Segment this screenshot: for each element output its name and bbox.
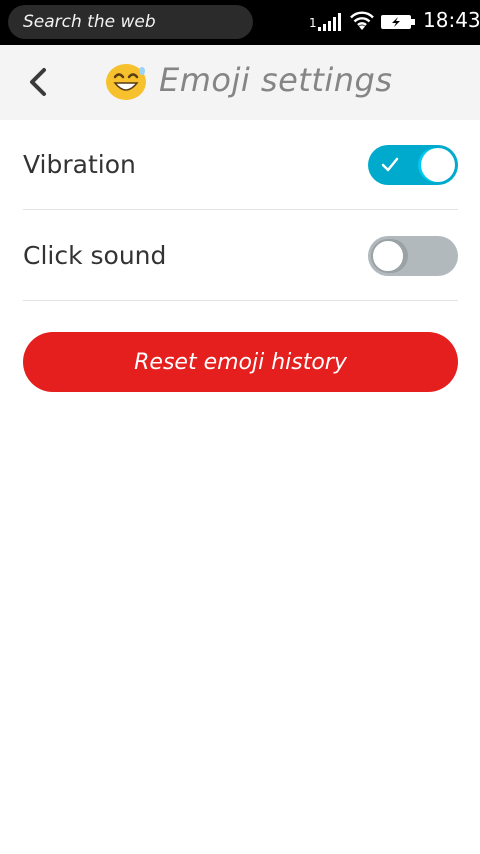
wifi-icon: [350, 11, 374, 30]
click-sound-toggle[interactable]: [368, 236, 458, 276]
reset-emoji-history-button[interactable]: Reset emoji history: [23, 332, 458, 392]
smiling-emoji-icon: [106, 64, 146, 100]
search-placeholder: Search the web: [23, 12, 156, 32]
check-icon: [381, 157, 399, 172]
toggle-knob: [421, 148, 455, 182]
status-clock: 18:43: [423, 8, 480, 32]
sim-number: 1: [309, 16, 317, 30]
status-bar: Search the web 1 18:43: [0, 0, 480, 45]
app-header: Emoji settings: [0, 45, 480, 120]
battery-charging-icon: [381, 15, 415, 29]
setting-label: Click sound: [23, 241, 167, 270]
setting-label: Vibration: [23, 150, 136, 179]
setting-row-click-sound: Click sound: [23, 211, 458, 301]
signal-icon: [318, 13, 341, 31]
search-bar[interactable]: Search the web: [8, 5, 253, 39]
setting-row-vibration: Vibration: [23, 120, 458, 210]
toggle-knob: [371, 239, 405, 273]
page-title: Emoji settings: [159, 61, 393, 99]
vibration-toggle[interactable]: [368, 145, 458, 185]
reset-button-label: Reset emoji history: [134, 349, 347, 375]
back-chevron-icon[interactable]: [22, 62, 58, 102]
